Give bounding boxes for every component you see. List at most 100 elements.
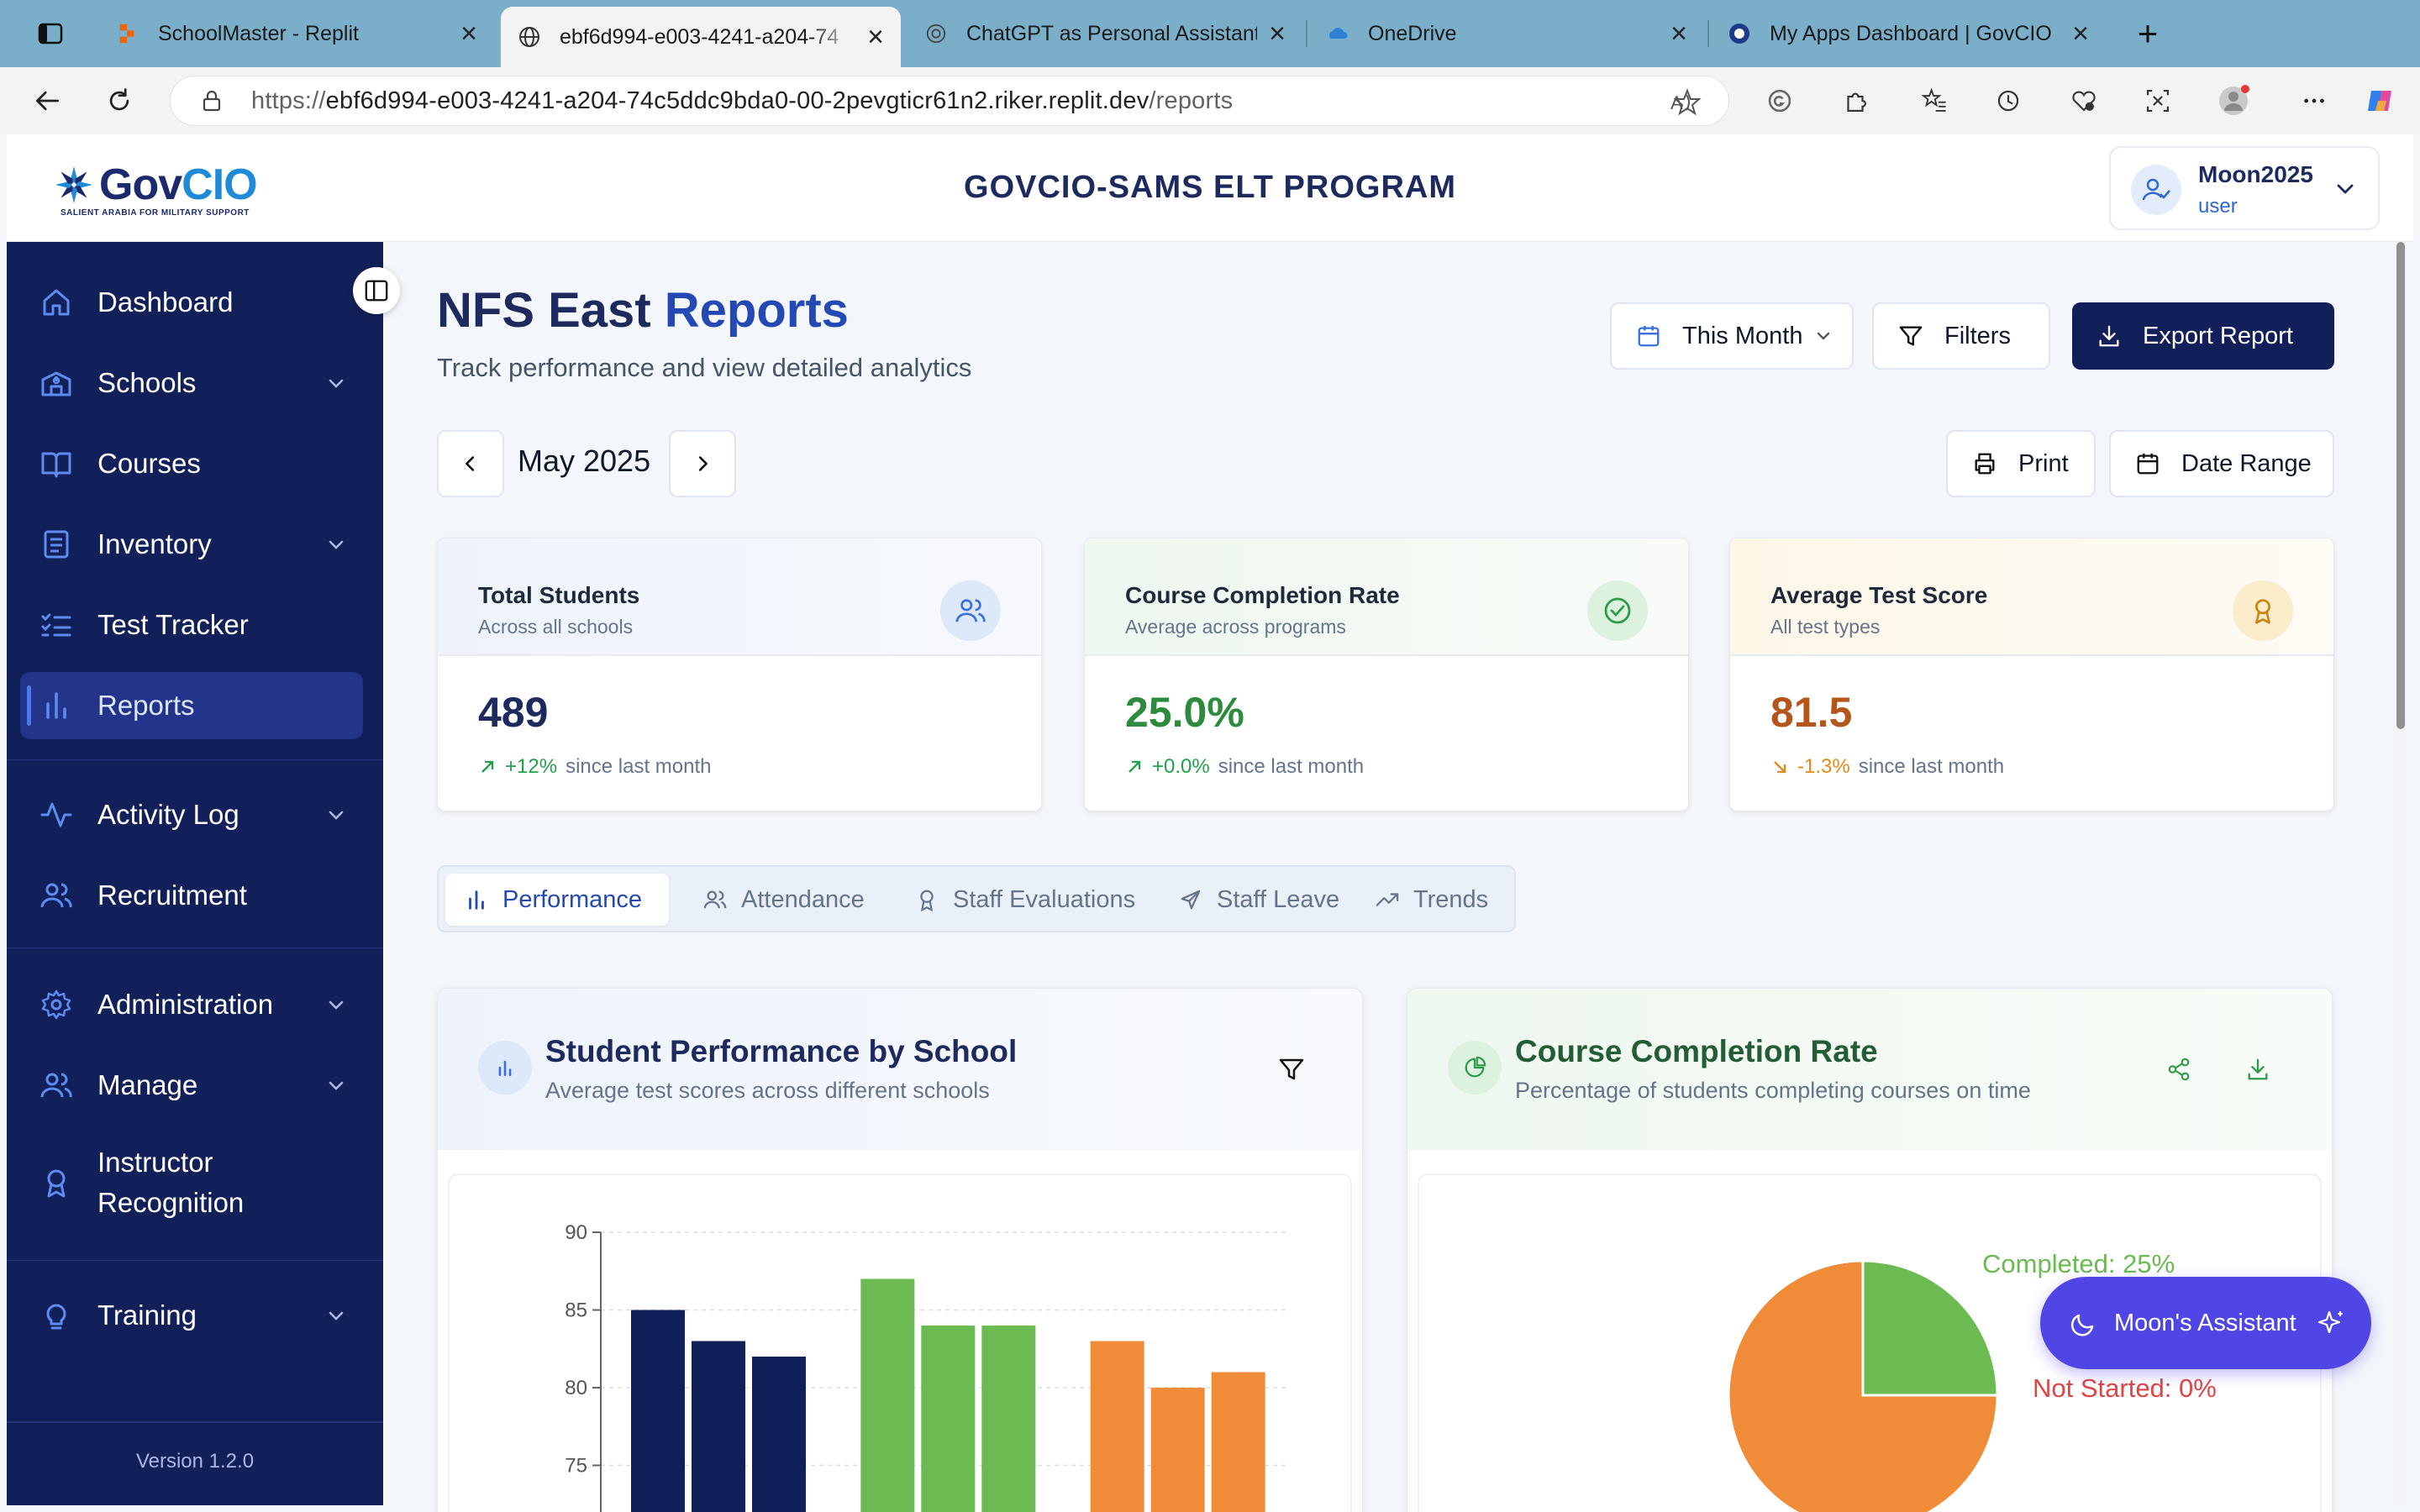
bar[interactable]	[921, 1326, 976, 1512]
close-tab-icon[interactable]: ×	[2072, 19, 2089, 48]
performance-icon[interactable]	[2067, 84, 2101, 118]
date-range-button[interactable]: Date Range	[2109, 430, 2334, 497]
sidebar-item-test-tracker[interactable]: Test Tracker	[20, 591, 363, 659]
sidebar-item-label: Dashboard	[97, 286, 234, 318]
sparkles-icon	[2317, 1310, 2343, 1334]
globe-icon	[518, 25, 541, 49]
bar[interactable]	[1211, 1372, 1265, 1512]
favorites-icon[interactable]	[1918, 84, 1951, 118]
browser-tab-onedrive[interactable]: OneDrive ×	[1309, 7, 1704, 60]
print-label: Print	[2018, 449, 2069, 477]
lock-icon[interactable]	[199, 88, 224, 113]
copilot-icon[interactable]	[2363, 84, 2396, 118]
page-scrollbar[interactable]	[2393, 242, 2407, 1505]
sidebar-item-manage[interactable]: Manage	[20, 1052, 363, 1119]
tab-attendance[interactable]: Attendance	[684, 874, 883, 926]
arrow-up-right-icon	[481, 760, 494, 773]
close-tab-icon[interactable]: ×	[1269, 19, 1286, 48]
close-tab-icon[interactable]: ×	[1670, 19, 1687, 48]
download-chart-button[interactable]	[2239, 1051, 2276, 1088]
sidebar-item-administration[interactable]: Administration	[20, 971, 363, 1038]
export-report-button[interactable]: Export Report	[2072, 302, 2334, 370]
favorite-star-icon[interactable]	[1673, 88, 1702, 117]
assistant-button[interactable]: Moon's Assistant	[2040, 1277, 2371, 1369]
sidebar-item-activity-log[interactable]: Activity Log	[20, 781, 363, 848]
bar[interactable]	[692, 1341, 745, 1512]
sidebar-item-training[interactable]: Training	[20, 1282, 363, 1349]
kpi-subtitle: Average across programs	[1125, 616, 1346, 638]
bar-chart-icon	[478, 1041, 532, 1095]
tab-actions-icon[interactable]	[37, 20, 64, 47]
sidebar-item-label: Reports	[97, 690, 195, 721]
close-tab-icon[interactable]: ×	[867, 23, 884, 51]
bar[interactable]	[981, 1326, 1036, 1512]
sidebar-item-dashboard[interactable]: Dashboard	[20, 269, 363, 336]
bar[interactable]	[752, 1357, 806, 1512]
text-mode-icon[interactable]	[1611, 88, 1639, 117]
tab-staff-evaluations[interactable]: Staff Evaluations	[896, 874, 1154, 926]
bar[interactable]	[1150, 1388, 1205, 1512]
chevron-down-icon	[2337, 184, 2354, 194]
browser-tab-govcio-apps[interactable]: My Apps Dashboard | GovCIO ×	[1711, 7, 2106, 60]
grammarly-icon[interactable]	[1763, 84, 1797, 118]
reload-icon[interactable]	[101, 82, 138, 119]
new-tab-button[interactable]: +	[2126, 12, 2170, 55]
sidebar-item-reports[interactable]: Reports	[20, 672, 363, 739]
page-subtitle: Track performance and view detailed anal…	[437, 353, 972, 382]
arrow-up-right-icon	[1128, 760, 1141, 773]
sidebar-divider	[7, 1260, 383, 1261]
tab-staff-leave[interactable]: Staff Leave	[1160, 874, 1358, 926]
tab-trends[interactable]: Trends	[1356, 874, 1507, 926]
replit-icon	[116, 22, 139, 45]
bar[interactable]	[860, 1278, 915, 1512]
clipboard-list-icon	[39, 527, 74, 562]
more-options-icon[interactable]	[2297, 84, 2331, 118]
kpi-delta-caption: since last month	[1858, 755, 2005, 778]
pie-slice[interactable]	[1861, 1259, 1999, 1397]
app-header: GovCIO SALIENT ARABIA FOR MILITARY SUPPO…	[7, 134, 2413, 242]
tab-title: ebf6d994-e003-4241-a204-74	[560, 24, 839, 49]
sidebar-collapse-button[interactable]	[353, 267, 400, 314]
bar-chart-icon	[464, 887, 489, 912]
share-button[interactable]	[2160, 1051, 2197, 1088]
kpi-delta-percent: -1.3%	[1797, 755, 1850, 778]
scrollbar-thumb[interactable]	[2396, 242, 2405, 729]
tab-label: Staff Leave	[1217, 885, 1340, 913]
previous-month-button[interactable]	[437, 430, 504, 497]
tab-label: Performance	[502, 885, 643, 913]
sidebar-item-instructor-recognition[interactable]: Instructor Recognition	[20, 1141, 363, 1225]
user-menu[interactable]: Moon2025 user	[2109, 146, 2380, 230]
sidebar-item-courses[interactable]: Courses	[20, 430, 363, 497]
sidebar-item-schools[interactable]: Schools	[20, 349, 363, 417]
sidebar-item-inventory[interactable]: Inventory	[20, 511, 363, 578]
browser-tab-replit-dev[interactable]: ebf6d994-e003-4241-a204-74 ×	[501, 7, 901, 67]
print-button[interactable]: Print	[1946, 430, 2096, 497]
filters-button[interactable]: Filters	[1872, 302, 2050, 370]
sidebar-item-label: Activity Log	[97, 799, 239, 830]
close-tab-icon[interactable]: ×	[460, 19, 477, 48]
back-icon[interactable]	[29, 82, 66, 119]
sidebar-item-label: Instructor Recognition	[97, 1147, 245, 1218]
export-label: Export Report	[2143, 322, 2293, 349]
bar[interactable]	[631, 1310, 685, 1512]
screenshot-icon[interactable]	[2141, 84, 2175, 118]
chevron-down-icon	[329, 379, 344, 388]
tab-performance[interactable]: Performance	[445, 874, 669, 926]
kpi-title: Total Students	[478, 582, 640, 608]
sidebar-item-recruitment[interactable]: Recruitment	[20, 862, 363, 929]
browser-tab-chatgpt[interactable]: ChatGPT as Personal Assistant ×	[908, 7, 1302, 60]
profile-avatar[interactable]	[2217, 84, 2250, 118]
next-month-button[interactable]	[669, 430, 736, 497]
chevron-right-icon	[698, 456, 708, 471]
address-bar[interactable]: https://ebf6d994-e003-4241-a204-74c5ddc9…	[170, 76, 1729, 126]
history-icon[interactable]	[1991, 84, 2025, 118]
chart-filter-button[interactable]	[1273, 1051, 1310, 1088]
extensions-icon[interactable]	[1839, 84, 1872, 118]
period-select[interactable]: This Month	[1610, 302, 1854, 370]
browser-tab-schoolmaster[interactable]: SchoolMaster - Replit ×	[99, 7, 494, 60]
kpi-value: 81.5	[1770, 689, 1853, 736]
bar[interactable]	[1090, 1341, 1144, 1512]
y-tick-label: 75	[565, 1455, 587, 1478]
period-select-value: This Month	[1682, 322, 1803, 349]
kpi-card-course-completion: Course Completion Rate Average across pr…	[1084, 538, 1689, 811]
